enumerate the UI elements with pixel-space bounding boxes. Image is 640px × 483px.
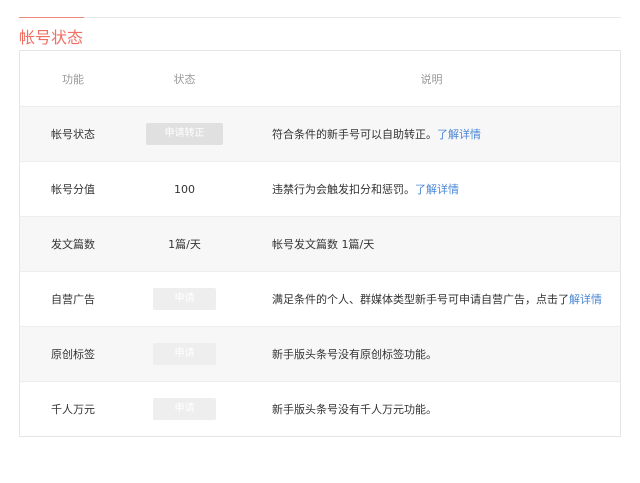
apply-button[interactable]: 申请 — [153, 398, 216, 420]
description: 新手版头条号没有千人万元功能。 — [272, 403, 437, 416]
description: 符合条件的新手号可以自助转正。了解详情 — [243, 126, 620, 142]
top-divider — [19, 17, 621, 18]
description-text: 违禁行为会触发扣分和惩罚。 — [272, 183, 415, 196]
feature-name: 自营广告 — [51, 293, 95, 306]
account-status-table: 功能 状态 说明 帐号状态 申请转正 符合条件的新手号可以自助转正。了解详情 帐… — [19, 50, 621, 437]
table-row: 帐号分值 100 违禁行为会触发扣分和惩罚。了解详情 — [20, 161, 620, 216]
learn-more-link[interactable]: 了解详情 — [415, 183, 459, 196]
description-text: 符合条件的新手号可以自助转正。 — [272, 128, 437, 141]
header-feature: 功能 — [62, 72, 84, 86]
feature-name: 帐号分值 — [51, 183, 95, 196]
apply-button[interactable]: 申请 — [153, 288, 216, 310]
table-row: 发文篇数 1篇/天 帐号发文篇数 1篇/天 — [20, 216, 620, 271]
description: 新手版头条号没有原创标签功能。 — [272, 348, 437, 361]
header-status: 状态 — [173, 72, 196, 86]
description: 满足条件的个人、群媒体类型新手号可申请自营广告，点击了解详情 — [243, 291, 620, 307]
table-row: 千人万元 申请 新手版头条号没有千人万元功能。 — [20, 381, 620, 436]
description: 帐号发文篇数 1篇/天 — [243, 236, 620, 252]
status-value: 1篇/天 — [168, 238, 201, 251]
feature-name: 原创标签 — [51, 348, 95, 361]
table-row: 帐号状态 申请转正 符合条件的新手号可以自助转正。了解详情 — [20, 106, 620, 161]
table-row: 自营广告 申请 满足条件的个人、群媒体类型新手号可申请自营广告，点击了解详情 — [20, 271, 620, 326]
learn-more-link[interactable]: 解详情 — [569, 293, 602, 306]
section-title: 帐号状态 — [19, 28, 84, 47]
table-row: 原创标签 申请 新手版头条号没有原创标签功能。 — [20, 326, 620, 381]
feature-name: 帐号状态 — [51, 128, 95, 141]
description-text: 帐号发文篇数 1篇/天 — [272, 238, 375, 251]
learn-more-link[interactable]: 了解详情 — [437, 128, 481, 141]
active-underline — [19, 17, 84, 18]
header-description: 说明 — [420, 72, 443, 86]
description: 违禁行为会触发扣分和惩罚。了解详情 — [243, 181, 620, 197]
status-value: 100 — [174, 182, 195, 196]
apply-upgrade-button[interactable]: 申请转正 — [146, 123, 223, 145]
feature-name: 发文篇数 — [51, 238, 95, 251]
apply-button[interactable]: 申请 — [153, 343, 216, 365]
feature-name: 千人万元 — [51, 403, 95, 416]
table-header: 功能 状态 说明 — [20, 51, 620, 106]
description-text: 满足条件的个人、群媒体类型新手号可申请自营广告，点击了 — [272, 293, 569, 306]
